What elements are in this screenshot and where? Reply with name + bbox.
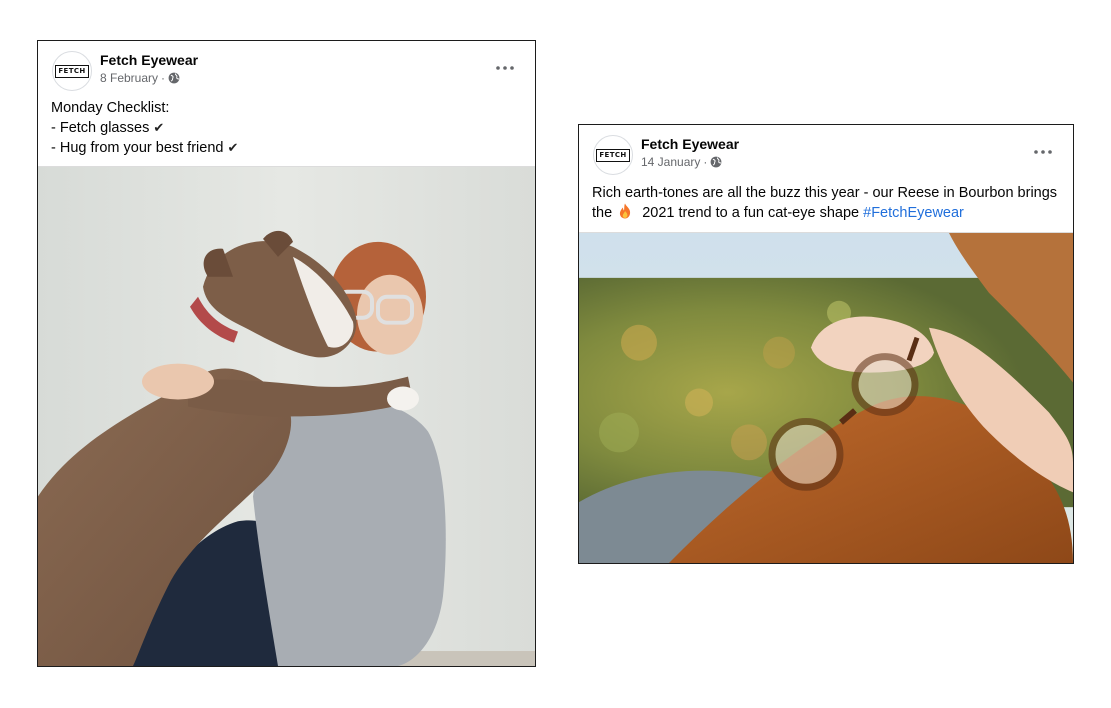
check-mark-icon: ✔ — [227, 140, 239, 155]
post-photo[interactable] — [38, 166, 535, 666]
check-mark-icon: ✔ — [153, 120, 165, 135]
avatar[interactable]: FETCH — [52, 51, 92, 91]
globe-icon — [168, 72, 180, 84]
text-line: Monday Checklist: — [51, 100, 170, 116]
more-horizontal-icon — [496, 66, 514, 70]
post-card: FETCH Fetch Eyewear 8 February · Monday … — [37, 40, 536, 667]
text-line-content: - Hug from your best friend — [51, 140, 224, 156]
post-meta: 14 January · — [641, 155, 722, 169]
text-line-content: - Fetch glasses — [51, 120, 150, 136]
post-text-part: 2021 trend to a fun cat-eye shape — [642, 205, 860, 221]
meta-separator: · — [161, 71, 166, 85]
fetch-logo: FETCH — [596, 148, 630, 162]
page-name-link[interactable]: Fetch Eyewear — [100, 52, 198, 68]
globe-icon — [710, 156, 722, 168]
text-line: - Hug from your best friend ✔ — [51, 138, 522, 158]
post-meta: 8 February · — [100, 71, 180, 85]
post-date[interactable]: 14 January — [641, 155, 700, 169]
post-header: FETCH Fetch Eyewear 14 January · — [579, 125, 1073, 181]
post-header: FETCH Fetch Eyewear 8 February · — [38, 41, 535, 97]
more-options-button[interactable] — [1031, 143, 1055, 161]
avatar[interactable]: FETCH — [593, 135, 633, 175]
text-line: - Fetch glasses ✔ — [51, 118, 522, 138]
hashtag-link[interactable]: #FetchEyewear — [863, 205, 964, 221]
fire-emoji-icon — [620, 203, 631, 219]
post-card: FETCH Fetch Eyewear 14 January · Rich ea… — [578, 124, 1074, 564]
post-date[interactable]: 8 February — [100, 71, 158, 85]
post-photo[interactable] — [579, 232, 1073, 563]
photo-hand-holding-glasses — [579, 233, 1073, 563]
page-name-link[interactable]: Fetch Eyewear — [641, 136, 739, 152]
more-options-button[interactable] — [493, 59, 517, 77]
fetch-logo: FETCH — [55, 64, 89, 78]
more-horizontal-icon — [1034, 150, 1052, 154]
photo-dog-hugging-woman — [38, 167, 535, 666]
post-text: Rich earth-tones are all the buzz this y… — [579, 181, 1073, 232]
post-text: Monday Checklist: - Fetch glasses ✔ - Hug… — [38, 97, 535, 166]
meta-separator: · — [703, 155, 708, 169]
